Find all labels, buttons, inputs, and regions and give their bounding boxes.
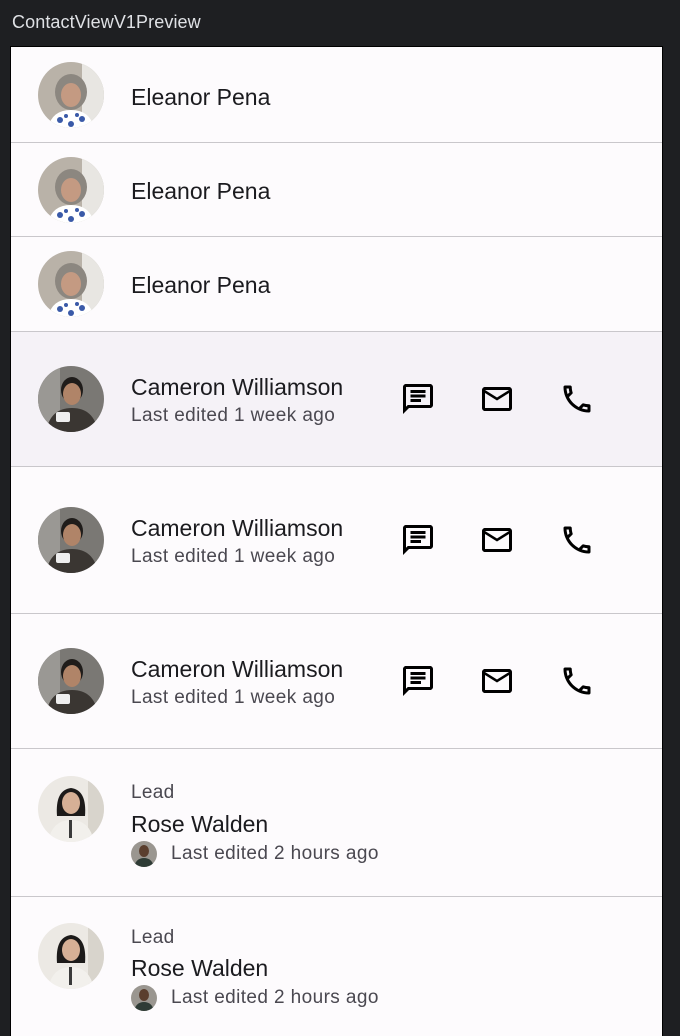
contact-subtitle: Last edited 1 week ago xyxy=(131,546,336,567)
contact-avatar xyxy=(38,648,104,714)
message-icon[interactable] xyxy=(399,380,437,418)
contact-avatar xyxy=(38,776,104,842)
preview-canvas: Eleanor Pena Eleanor Pena Eleanor Pena C… xyxy=(10,46,663,1036)
contact-row-simple[interactable]: Eleanor Pena xyxy=(11,47,662,143)
email-icon[interactable] xyxy=(478,521,516,559)
contact-row-actions[interactable]: Cameron Williamson Last edited 1 week ag… xyxy=(11,614,662,749)
editor-avatar xyxy=(131,841,157,867)
contact-row-simple[interactable]: Eleanor Pena xyxy=(11,237,662,332)
phone-icon[interactable] xyxy=(558,662,596,700)
contact-avatar xyxy=(38,62,104,128)
editor-avatar xyxy=(131,985,157,1011)
window-title: ContactViewV1Preview xyxy=(12,12,201,32)
contact-row-actions[interactable]: Cameron Williamson Last edited 1 week ag… xyxy=(11,332,662,467)
contact-name: Cameron Williamson xyxy=(131,515,344,541)
contact-avatar xyxy=(38,923,104,989)
contact-row-simple[interactable]: Eleanor Pena xyxy=(11,143,662,237)
contact-row-lead[interactable]: Lead Rose Walden Last edited 2 hours ago xyxy=(11,749,662,897)
contact-name: Eleanor Pena xyxy=(131,272,271,298)
message-icon[interactable] xyxy=(399,521,437,559)
message-icon[interactable] xyxy=(399,662,437,700)
contact-subtitle: Last edited 2 hours ago xyxy=(171,843,379,864)
contact-name: Eleanor Pena xyxy=(131,178,271,204)
contact-name: Eleanor Pena xyxy=(131,84,271,110)
contact-overline: Lead xyxy=(131,927,175,948)
title-bar: ContactViewV1Preview xyxy=(0,0,680,46)
email-icon[interactable] xyxy=(478,380,516,418)
contact-avatar xyxy=(38,366,104,432)
contact-avatar xyxy=(38,251,104,317)
contact-name: Rose Walden xyxy=(131,955,269,981)
contact-row-actions[interactable]: Cameron Williamson Last edited 1 week ag… xyxy=(11,467,662,614)
contact-subtitle: Last edited 2 hours ago xyxy=(171,987,379,1008)
contact-name: Rose Walden xyxy=(131,811,269,837)
contact-overline: Lead xyxy=(131,782,175,803)
contact-avatar xyxy=(38,157,104,223)
phone-icon[interactable] xyxy=(558,521,596,559)
contact-subtitle: Last edited 1 week ago xyxy=(131,405,336,426)
email-icon[interactable] xyxy=(478,662,516,700)
contact-row-lead[interactable]: Lead Rose Walden Last edited 2 hours ago xyxy=(11,897,662,1036)
phone-icon[interactable] xyxy=(558,380,596,418)
contact-subtitle: Last edited 1 week ago xyxy=(131,687,336,708)
contact-avatar xyxy=(38,507,104,573)
contact-name: Cameron Williamson xyxy=(131,656,344,682)
contact-name: Cameron Williamson xyxy=(131,374,344,400)
